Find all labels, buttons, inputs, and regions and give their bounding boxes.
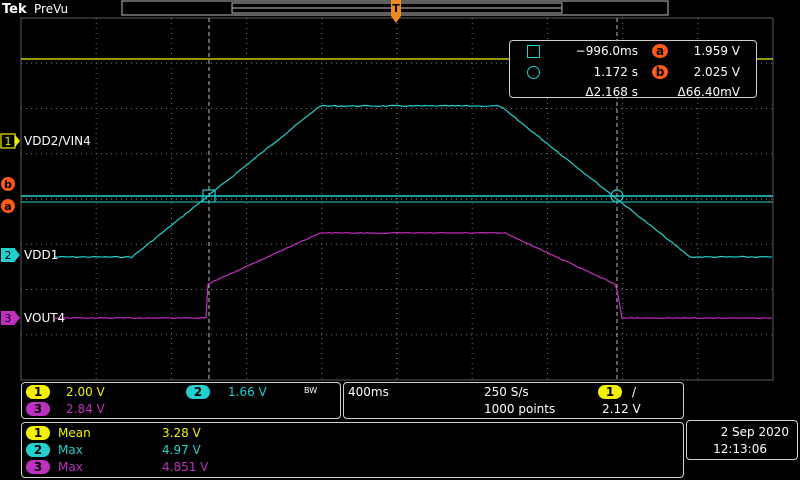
ch1-scale: 2.00 V	[66, 385, 105, 399]
measurement-channel-chip: 1	[26, 426, 50, 440]
vertical-settings-panel[interactable]: 1 2.00 V 3 2.84 V 2 1.66 V BW	[21, 382, 341, 419]
cursor-delta-value: Δ66.40mV	[677, 85, 740, 99]
measurements-panel[interactable]: 1 Mean 3.28 V 2 Max 4.97 V 3 Max 4.851 V	[21, 422, 684, 478]
record-length: 1000 points	[484, 402, 556, 416]
cursor-readout-panel[interactable]: −996.0ms 1.172 s Δ2.168 s a b 1.959 V 2.…	[509, 40, 757, 99]
cursor-b-chip: b	[652, 65, 668, 79]
measurement-channel-chip: 3	[26, 460, 50, 474]
measurement-row[interactable]: 1 Mean 3.28 V	[26, 426, 666, 441]
measurement-value: 4.851 V	[162, 460, 209, 474]
date: 2 Sep 2020	[720, 425, 789, 439]
ch1-ground-marker[interactable]: 1	[0, 133, 20, 149]
cursor-b-circle-icon	[527, 66, 540, 79]
svg-text:b: b	[4, 178, 12, 191]
svg-text:a: a	[4, 200, 11, 213]
acquisition-mode: PreVu	[34, 2, 68, 16]
trigger-position-marker[interactable]: T	[391, 0, 401, 23]
svg-text:T: T	[392, 2, 400, 15]
ch2-bandwidth-limit-icon: BW	[304, 386, 318, 395]
ch3-chip[interactable]: 3	[26, 402, 50, 416]
ch2-scale: 1.66 V	[228, 385, 267, 399]
measurement-type: Max	[58, 443, 83, 457]
trigger-source-chip[interactable]: 1	[598, 385, 622, 399]
measurement-type: Max	[58, 460, 83, 474]
trigger-slope-icon: /	[632, 385, 637, 399]
svg-text:3: 3	[5, 312, 12, 325]
cursor-a-time: −996.0ms	[575, 44, 638, 58]
svg-text:1: 1	[5, 135, 12, 148]
measurement-value: 3.28 V	[162, 426, 201, 440]
cursor-a-square-icon	[527, 45, 540, 58]
cursor-a-value: 1.959 V	[693, 44, 740, 58]
ch1-label: VDD2/VIN4	[24, 134, 91, 148]
trigger-level: 2.12 V	[602, 402, 641, 416]
cursor-b-time: 1.172 s	[593, 65, 638, 79]
ch3-waveform	[54, 231, 773, 320]
ch2-label: VDD1	[24, 248, 58, 262]
timebase: 400ms	[348, 385, 389, 399]
ch2-chip[interactable]: 2	[186, 385, 210, 399]
measurement-row[interactable]: 2 Max 4.97 V	[26, 443, 666, 458]
ch2-waveform	[54, 104, 773, 259]
sample-rate: 250 S/s	[484, 385, 529, 399]
measurement-type: Mean	[58, 426, 91, 440]
measurement-channel-chip: 2	[26, 443, 50, 457]
time: 12:13:06	[713, 442, 767, 456]
cursor-a-chip: a	[652, 44, 668, 58]
svg-text:2: 2	[5, 249, 12, 262]
brand-logo: Tek	[2, 2, 27, 17]
ch3-label: VOUT4	[24, 311, 65, 325]
cursor-b-level-badge[interactable]: b	[1, 177, 15, 191]
ch3-ground-marker[interactable]: 3	[1, 311, 20, 325]
datetime-panel: 2 Sep 2020 12:13:06	[686, 420, 798, 460]
measurement-value: 4.97 V	[162, 443, 201, 457]
ch2-ground-marker[interactable]: 2	[1, 248, 20, 262]
cursor-b-value: 2.025 V	[693, 65, 740, 79]
horizontal-trigger-panel[interactable]: 400ms 250 S/s 1000 points 1 / 2.12 V	[343, 382, 684, 419]
ch1-chip[interactable]: 1	[26, 385, 50, 399]
cursor-a-level-badge[interactable]: a	[1, 199, 15, 213]
ch3-scale: 2.84 V	[66, 402, 105, 416]
cursor-delta-time: Δ2.168 s	[585, 85, 638, 99]
measurement-row[interactable]: 3 Max 4.851 V	[26, 460, 666, 475]
